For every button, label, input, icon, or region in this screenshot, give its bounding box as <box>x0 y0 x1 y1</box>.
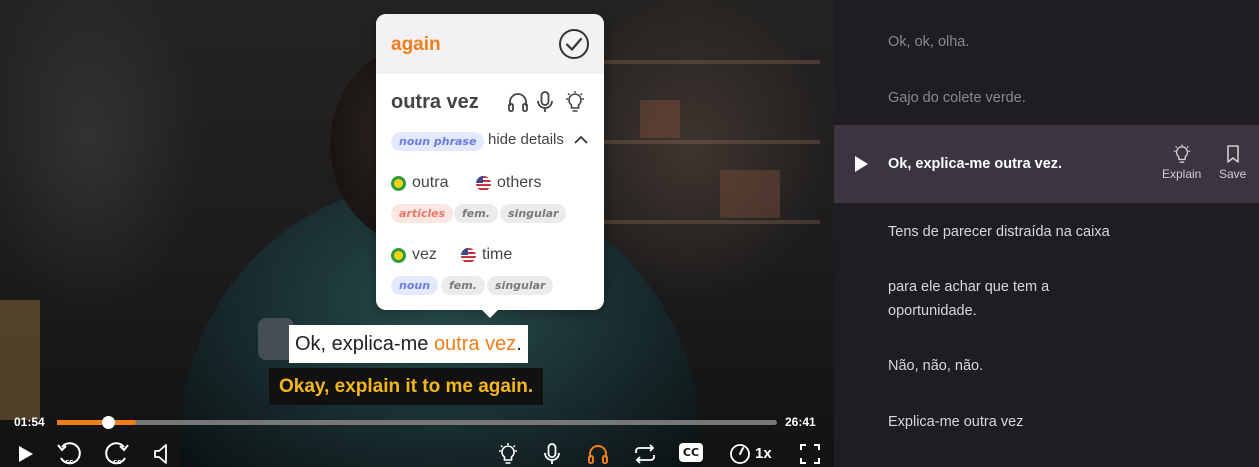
hide-details-toggle[interactable]: hide details <box>488 131 564 148</box>
explain-line-button[interactable]: Explain <box>1162 144 1201 181</box>
playback-speed[interactable]: 1x <box>755 445 772 462</box>
brazil-flag-icon <box>391 176 406 191</box>
popup-translation: again <box>391 34 441 55</box>
popup-phrase: outra vez <box>391 91 479 113</box>
transcript-line[interactable]: Tens de parecer distraída na caixa <box>888 220 1138 244</box>
play-button[interactable] <box>12 441 38 467</box>
bookmark-icon <box>1226 145 1239 163</box>
popup-header: again <box>376 14 604 74</box>
background-item <box>720 170 780 218</box>
rewind-cc-icon: cc <box>57 442 81 466</box>
speedometer-icon <box>730 444 750 464</box>
save-line-button[interactable]: Save <box>1219 144 1246 181</box>
audio-mode-button[interactable] <box>585 441 611 467</box>
repeat-icon <box>635 444 655 464</box>
rewind-subtitle-button[interactable]: cc <box>56 441 82 467</box>
video-player[interactable]: again outra vez noun phrase hide details <box>0 0 834 467</box>
record-button[interactable] <box>539 441 565 467</box>
loop-button[interactable] <box>632 441 658 467</box>
transcript-panel: Ok, ok, olha. Gajo do colete verde. Ok, … <box>834 0 1259 467</box>
transcript-active-row[interactable]: Ok, explica-me outra vez. Explain Save <box>834 125 1259 203</box>
word-tag: fem. <box>441 276 485 295</box>
word-tag: noun <box>391 276 439 295</box>
background-item <box>0 300 40 420</box>
word-en: time <box>482 246 513 263</box>
brazil-flag-icon <box>391 248 406 263</box>
speed-icon-button[interactable] <box>727 441 753 467</box>
word-tag: singular <box>487 276 554 295</box>
progress-bar[interactable] <box>57 416 777 429</box>
word-popup: again outra vez noun phrase hide details <box>376 14 604 318</box>
background-item <box>640 100 680 138</box>
subtitle-english: Okay, explain it to me again. <box>269 368 544 405</box>
played-bar <box>57 420 109 425</box>
transcript-line[interactable]: Gajo do colete verde. <box>888 86 1138 110</box>
svg-text:cc: cc <box>113 458 121 466</box>
check-circle-icon[interactable] <box>558 28 590 60</box>
lightbulb-icon <box>499 443 517 464</box>
transcript-line[interactable]: Não, não, não. <box>888 354 1138 378</box>
word-en: others <box>497 174 542 191</box>
captions-button[interactable]: CC <box>679 443 703 462</box>
forward-cc-icon: cc <box>105 442 129 466</box>
transcript-line[interactable]: Ok, ok, olha. <box>888 30 1138 54</box>
transcript-line[interactable]: para ele achar que tem a oportunidade. <box>888 275 1108 323</box>
volume-button[interactable] <box>150 441 176 467</box>
svg-text:cc: cc <box>65 458 73 466</box>
subtitle-punctuation: . <box>516 333 522 355</box>
word-pt: outra <box>412 174 449 191</box>
microphone-icon <box>544 443 560 464</box>
chevron-up-icon[interactable] <box>574 134 588 146</box>
lightbulb-icon <box>1173 144 1190 163</box>
progress-thumb[interactable] <box>102 416 116 429</box>
phrase-type-tag: noun phrase <box>391 132 485 151</box>
explain-label: Explain <box>1162 167 1202 181</box>
explain-button[interactable] <box>495 441 521 467</box>
subtitle-portuguese: Ok, explica-me outra vez. <box>289 325 528 363</box>
word-tag: fem. <box>454 204 498 223</box>
fullscreen-icon <box>800 444 820 464</box>
save-label: Save <box>1219 167 1247 181</box>
word-tag: singular <box>500 204 567 223</box>
headphones-icon[interactable] <box>506 90 530 114</box>
us-flag-icon <box>476 176 491 191</box>
transcript-line-active[interactable]: Ok, explica-me outra vez. <box>888 152 1148 176</box>
forward-subtitle-button[interactable]: cc <box>104 441 130 467</box>
play-icon <box>19 446 33 462</box>
current-time: 01:54 <box>14 415 45 429</box>
speaker-icon <box>154 444 167 464</box>
headphones-icon <box>588 445 608 464</box>
microphone-icon[interactable] <box>533 90 557 114</box>
duration: 26:41 <box>785 415 816 429</box>
fullscreen-button[interactable] <box>797 441 823 467</box>
subtitle-word-group[interactable]: Ok, explica-me <box>295 333 434 355</box>
subtitle-highlight[interactable]: outra vez <box>434 333 516 355</box>
word-tag: articles <box>391 204 454 223</box>
us-flag-icon <box>461 248 476 263</box>
transcript-line[interactable]: Explica-me outra vez <box>888 410 1138 434</box>
lightbulb-icon[interactable] <box>563 90 587 114</box>
play-icon[interactable] <box>852 155 870 173</box>
word-pt: vez <box>412 246 437 263</box>
